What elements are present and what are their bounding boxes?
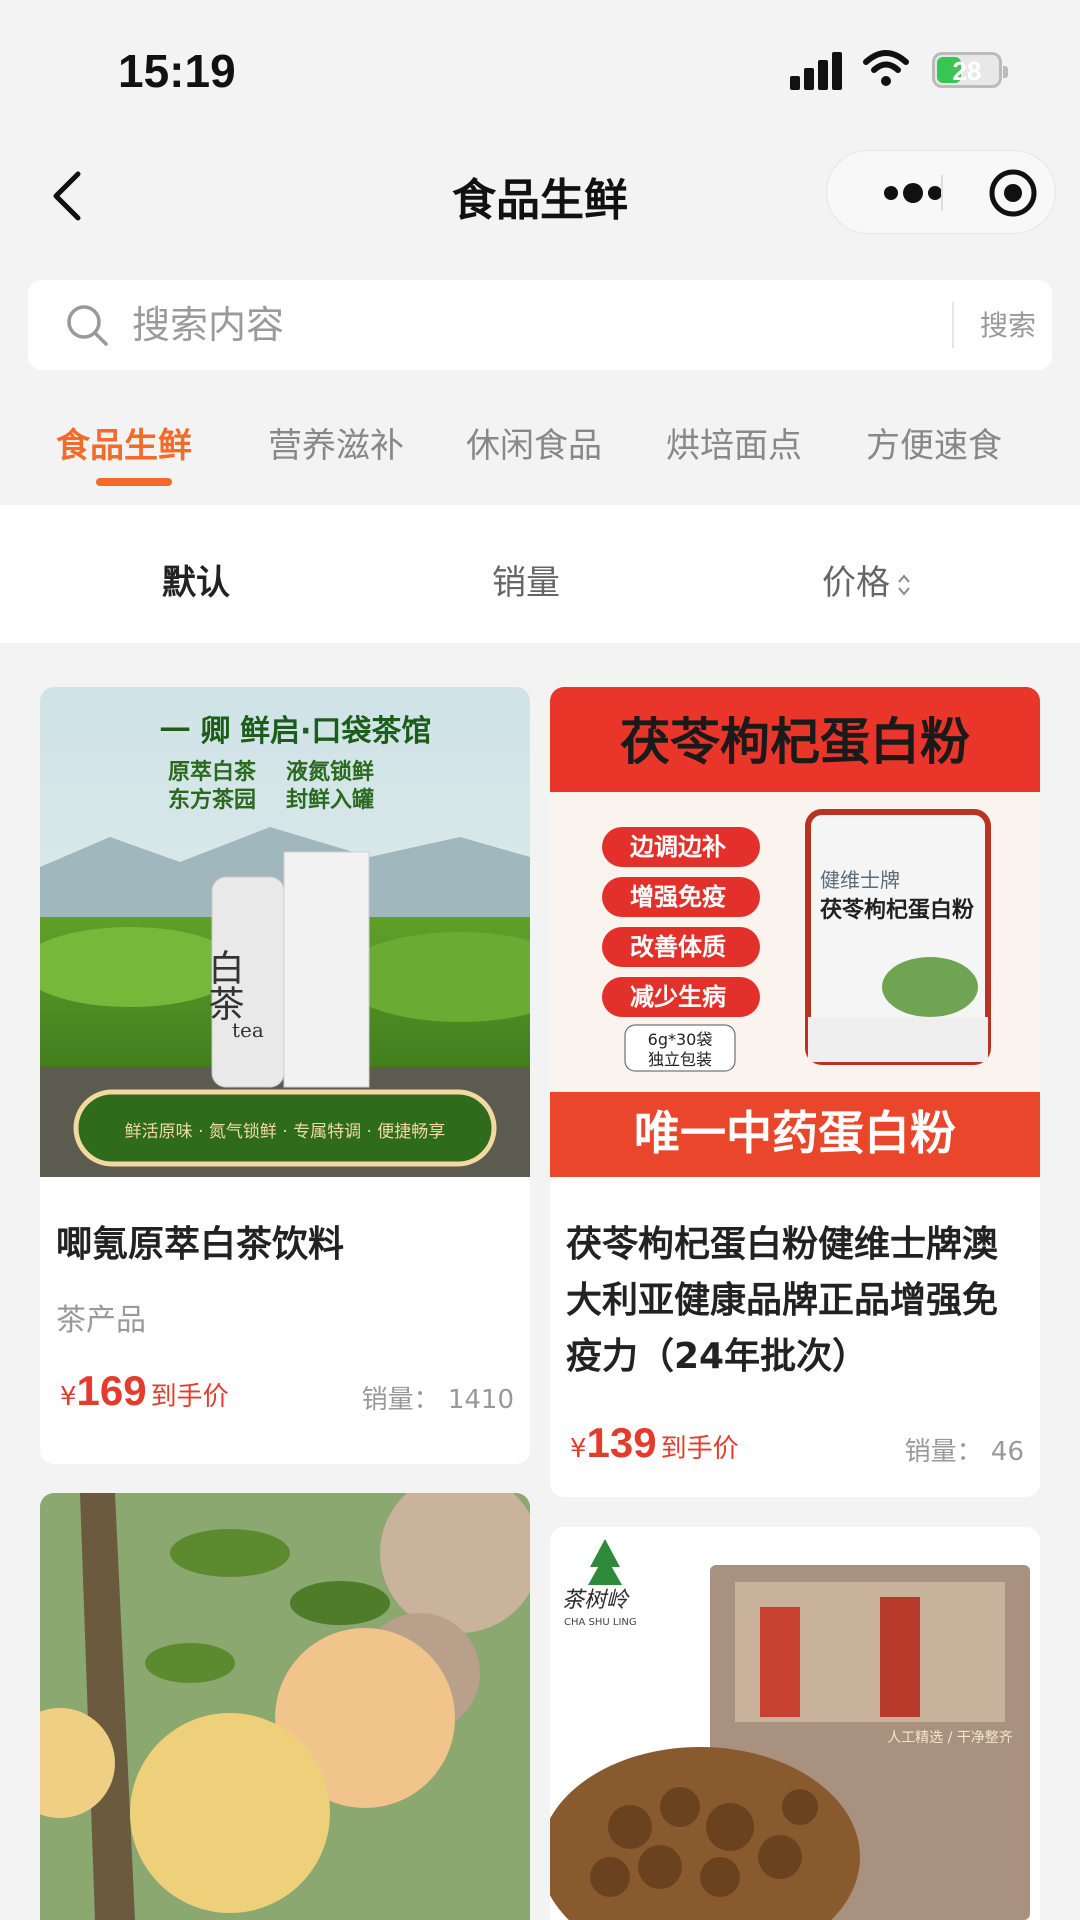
tab-nutrition[interactable]: 营养滋补 [268,418,404,467]
product-price: ¥139 到手价 [570,1419,739,1466]
tab-food-fresh[interactable]: 食品生鲜 [56,418,192,467]
tab-instant-food[interactable]: 方便速食 [866,418,1002,467]
category-tabs: 食品生鲜 营养滋补 休闲食品 烘培面点 方便速食 [0,400,1080,500]
image-text: 减少生病 [630,983,726,1011]
product-card[interactable]: 一 卿 鲜启·口袋茶馆 原萃白茶 液氮锁鲜 东方茶园 封鲜入罐 白茶 tea 鲜… [40,687,530,1464]
product-image [40,1493,530,1920]
search-icon [67,305,108,346]
wifi-icon [863,50,909,86]
search-bar: 搜索 [28,280,1052,370]
image-text: 独立包装 [648,1050,712,1069]
product-card[interactable]: 茯苓枸杞蛋白粉 边调边补 增强免疫 改善体质 减少生病 6g*30袋 独立包装 … [550,687,1040,1497]
tab-snacks[interactable]: 休闲食品 [466,418,602,467]
search-button[interactable]: 搜索 [968,304,1048,344]
product-card[interactable] [40,1493,530,1920]
product-category: 茶产品 [56,1303,146,1338]
sort-default[interactable]: 默认 [162,555,230,604]
product-price: ¥169 到手价 [60,1367,229,1414]
image-text: 增强免疫 [630,883,726,911]
nav-bar: 食品生鲜 [0,140,1080,250]
image-text: 液氮锁鲜 [286,759,374,785]
close-mini-program-icon[interactable] [977,151,1047,235]
image-text: CHA SHU LING [564,1617,637,1628]
image-text: 茯苓枸杞蛋白粉 [820,897,974,923]
image-text: 鲜活原味 · 氮气锁鲜 · 专属特调 · 便捷畅享 [125,1122,446,1142]
image-text: 一 卿 [160,714,230,749]
product-image: 一 卿 鲜启·口袋茶馆 原萃白茶 液氮锁鲜 东方茶园 封鲜入罐 白茶 tea 鲜… [40,687,530,1177]
sort-arrows-icon [898,573,910,596]
image-text: tea [232,1018,264,1042]
image-text: 鲜启·口袋茶馆 [240,714,431,749]
product-title: 茯苓枸杞蛋白粉健维士牌澳大利亚健康品牌正品增强免疫力（24年批次） [566,1224,999,1377]
battery-level: 28 [952,56,982,86]
more-icon[interactable] [857,151,967,235]
tab-bakery[interactable]: 烘培面点 [666,418,802,467]
status-time: 15:19 [118,45,236,97]
status-bar: 15:19 28 [0,0,1080,140]
image-text: 健维士牌 [820,868,900,892]
search-input[interactable] [132,294,932,356]
image-text: 东方茶园 [168,787,256,813]
image-text: 原萃白茶 [168,759,257,785]
image-text: 白茶 [203,949,244,1021]
signal-icon [790,52,844,90]
sort-price-button[interactable]: 价格 [822,555,912,604]
product-sales: 销量： 46 [904,1437,1024,1467]
image-text: 边调边补 [630,833,726,861]
image-text: 茶树岭 [562,1588,630,1613]
product-card[interactable]: 人工精选 / 干净整齐 茶树岭 CHA SHU LING [550,1527,1040,1920]
sort-price-label: 价格 [822,563,890,603]
active-tab-indicator [96,478,172,486]
battery-icon: 28 [932,52,1008,88]
image-text: 封鲜入罐 [286,787,374,813]
product-sales: 销量： 1410 [361,1385,514,1415]
image-text: 改善体质 [630,933,726,961]
product-image: 茯苓枸杞蛋白粉 边调边补 增强免疫 改善体质 减少生病 6g*30袋 独立包装 … [550,687,1040,1177]
product-title: 唧氪原萃白茶饮料 [56,1224,345,1265]
mini-program-capsule [826,150,1056,234]
product-image: 人工精选 / 干净整齐 茶树岭 CHA SHU LING [550,1527,1040,1920]
sort-sales[interactable]: 销量 [492,555,560,604]
image-text: 茯苓枸杞蛋白粉 [620,713,970,771]
sort-bar: 默认 销量 价格 [0,505,1080,643]
image-text: 唯一中药蛋白粉 [634,1106,956,1160]
image-text: 人工精选 / 干净整齐 [887,1730,1013,1746]
image-text: 6g*30袋 [648,1030,713,1049]
